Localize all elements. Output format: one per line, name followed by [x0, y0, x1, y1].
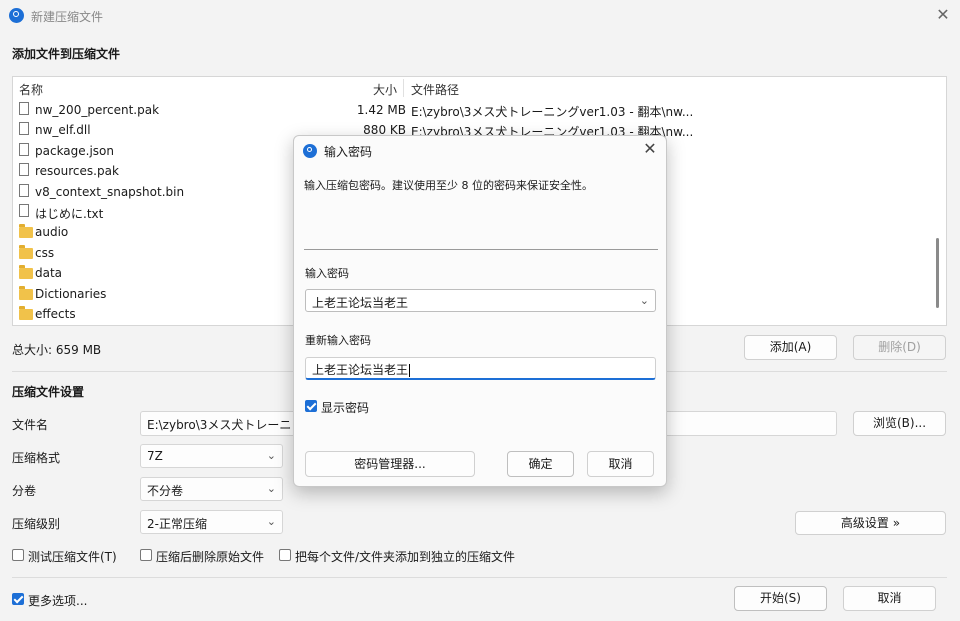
- separate-archives-checkbox[interactable]: [279, 549, 291, 561]
- split-select-value: 不分卷: [147, 484, 184, 498]
- format-select[interactable]: 7Z ⌄: [140, 444, 283, 468]
- add-button[interactable]: 添加(A): [744, 335, 837, 360]
- password-value: 上老王论坛当老王: [312, 296, 409, 310]
- file-icon: [19, 142, 29, 156]
- file-path: E:\zybro\3メス犬トレーニングver1.03 - 翻本\nw...: [411, 105, 694, 119]
- chevron-down-icon: ⌄: [266, 482, 276, 495]
- file-icon: [19, 204, 29, 217]
- footer-divider: [12, 577, 947, 578]
- dialog-ok-button[interactable]: 确定: [507, 451, 574, 477]
- window-title: 新建压缩文件: [31, 10, 104, 24]
- split-select[interactable]: 不分卷 ⌄: [140, 477, 283, 501]
- show-password-checkbox[interactable]: [305, 400, 317, 412]
- separate-archives-label: 把每个文件/文件夹添加到独立的压缩文件: [295, 550, 516, 564]
- folder-icon: [19, 244, 33, 259]
- file-icon: [19, 183, 29, 197]
- dialog-cancel-button[interactable]: 取消: [587, 451, 654, 477]
- chevron-down-icon: ⌄: [266, 515, 276, 528]
- file-list-header: 名称 大小 文件路径: [13, 77, 946, 99]
- folder-icon: [19, 224, 33, 239]
- browse-button[interactable]: 浏览(B)...: [853, 411, 946, 436]
- test-archive-checkbox[interactable]: [12, 549, 24, 561]
- file-name: nw_elf.dll: [35, 123, 91, 138]
- file-icon: [19, 102, 29, 115]
- column-name[interactable]: 名称: [19, 81, 43, 98]
- password-label: 输入密码: [305, 267, 349, 280]
- delete-source-label: 压缩后删除原始文件: [156, 550, 265, 564]
- window-close-button[interactable]: ✕: [932, 4, 954, 26]
- level-label: 压缩级别: [12, 517, 61, 531]
- window-title-bar: 新建压缩文件 ✕: [0, 0, 960, 32]
- file-icon: [19, 163, 29, 177]
- file-list-scrollbar[interactable]: [936, 238, 939, 308]
- file-name: Dictionaries: [35, 286, 107, 301]
- file-name: package.json: [35, 143, 115, 158]
- dialog-app-icon: [303, 144, 317, 158]
- file-name: audio: [35, 225, 69, 240]
- filename-label: 文件名: [12, 418, 49, 432]
- file-name: はじめに.txt: [35, 207, 104, 221]
- level-select[interactable]: 2-正常压缩 ⌄: [140, 510, 283, 534]
- column-size[interactable]: 大小: [373, 81, 397, 98]
- dialog-description: 输入压缩包密码。建议使用至少 8 位的密码来保证安全性。: [304, 179, 593, 192]
- file-name: css: [35, 245, 55, 260]
- folder-icon: [19, 265, 33, 280]
- add-section-title: 添加文件到压缩文件: [12, 47, 121, 61]
- total-size: 总大小: 659 MB: [12, 343, 102, 357]
- advanced-settings-button[interactable]: 高级设置 »: [795, 511, 946, 535]
- chevron-down-icon: ⌄: [266, 449, 276, 462]
- cancel-button[interactable]: 取消: [843, 586, 936, 611]
- more-options-label: 更多选项...: [28, 594, 88, 608]
- password-dialog: 输入密码 ✕ 输入压缩包密码。建议使用至少 8 位的密码来保证安全性。 输入密码…: [293, 135, 667, 487]
- more-options-checkbox[interactable]: [12, 593, 24, 605]
- file-name: resources.pak: [35, 164, 119, 179]
- start-button[interactable]: 开始(S): [734, 586, 827, 611]
- dialog-divider: [304, 249, 658, 250]
- close-icon: ✕: [643, 139, 657, 158]
- file-size: 1.42 MB: [356, 103, 406, 117]
- text-caret: [409, 364, 411, 377]
- close-icon: ✕: [936, 5, 950, 24]
- reenter-password-value: 上老王论坛当老王: [312, 363, 409, 377]
- file-name: v8_context_snapshot.bin: [35, 184, 185, 199]
- file-name: data: [35, 266, 63, 281]
- file-name: nw_200_percent.pak: [35, 103, 160, 117]
- folder-icon: [19, 285, 33, 300]
- password-manager-button[interactable]: 密码管理器...: [305, 451, 475, 477]
- format-label: 压缩格式: [12, 451, 61, 465]
- split-label: 分卷: [12, 484, 37, 498]
- chevron-down-icon[interactable]: ⌄: [640, 294, 649, 307]
- file-name: effects: [35, 307, 76, 321]
- app-icon: [9, 8, 24, 23]
- format-select-value: 7Z: [147, 449, 163, 463]
- show-password-label: 显示密码: [321, 401, 370, 415]
- delete-source-checkbox[interactable]: [140, 549, 152, 561]
- level-select-value: 2-正常压缩: [147, 517, 207, 531]
- reenter-password-label: 重新输入密码: [305, 334, 371, 347]
- delete-button[interactable]: 删除(D): [853, 335, 946, 360]
- password-input[interactable]: 上老王论坛当老王 ⌄: [305, 289, 656, 312]
- table-row[interactable]: nw_200_percent.pak 1.42 MB E:\zybro\3メス犬トレ…: [13, 100, 946, 120]
- column-path[interactable]: 文件路径: [411, 81, 459, 98]
- file-icon: [19, 122, 29, 136]
- settings-section-title: 压缩文件设置: [12, 385, 85, 399]
- folder-icon: [19, 306, 33, 320]
- dialog-close-button[interactable]: ✕: [640, 139, 660, 158]
- dialog-title: 输入密码: [324, 145, 373, 159]
- reenter-password-input[interactable]: 上老王论坛当老王: [305, 357, 656, 380]
- test-archive-label: 测试压缩文件(T): [28, 550, 117, 564]
